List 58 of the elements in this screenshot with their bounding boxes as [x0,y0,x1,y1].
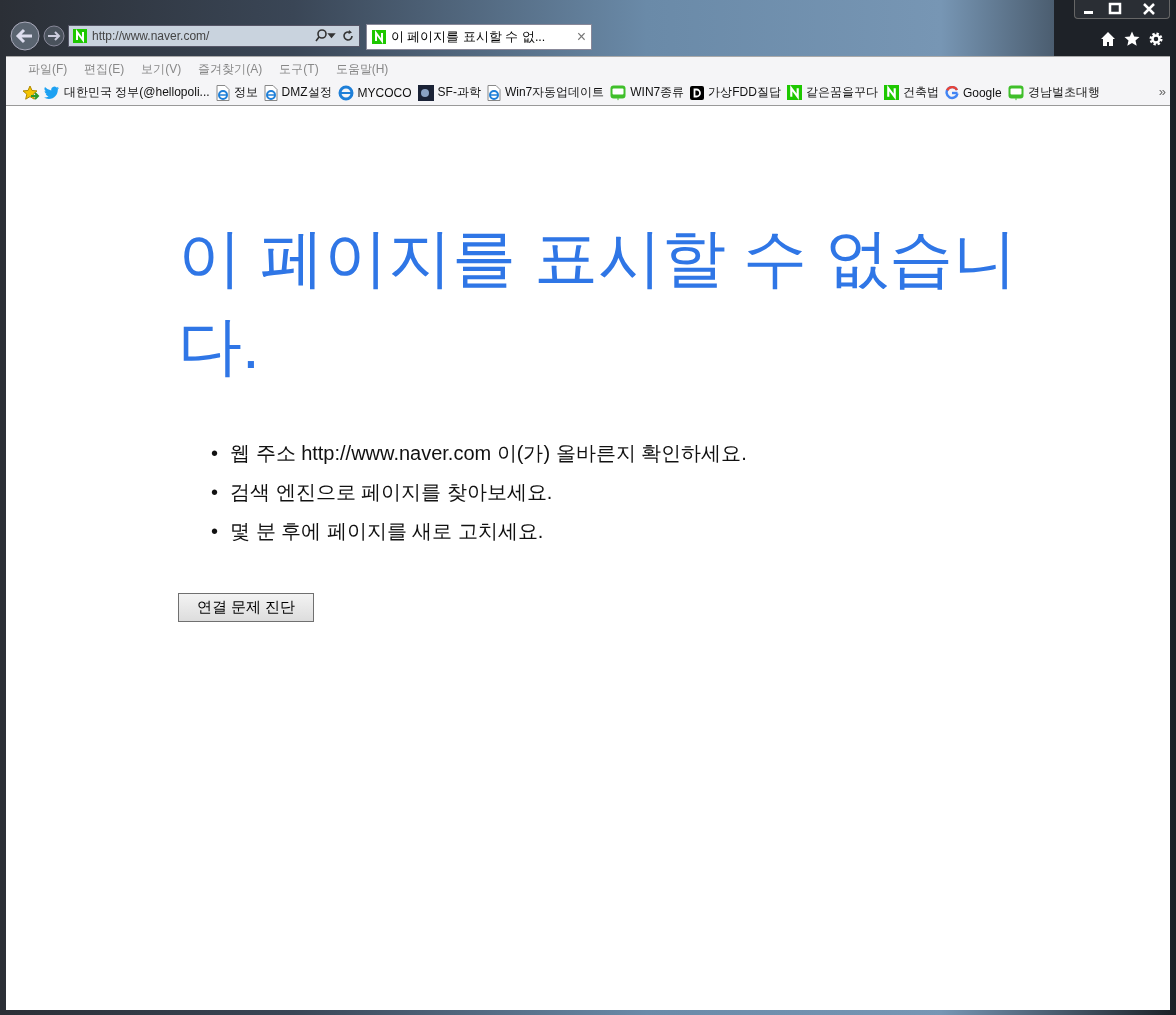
favorite-label: 건축법 [902,84,939,101]
blog-icon [610,84,627,101]
suggestion-text: 몇 분 후에 페이지를 새로 고치세요. [230,519,544,544]
globe-e-icon [337,84,354,101]
square-icon [690,85,705,100]
site-icon [372,30,386,44]
settings-icon[interactable] [1148,31,1164,47]
page-icon [263,84,278,101]
bullet: • [211,441,218,466]
bird-icon [44,85,60,100]
favorite-label: WIN7종류 [630,84,685,101]
diagnose-button[interactable]: 연결 문제 진단 [178,593,314,622]
favorite-label: Win7자동업데이트 [504,84,605,101]
favorite-label: 가상FDD질답 [708,84,781,101]
thumbnail-icon [417,84,434,101]
favorite-label: 같은꿈을꾸다 [805,84,878,101]
blog-icon [1007,84,1024,101]
star-icon[interactable] [1124,31,1140,47]
suggestion-text: 검색 엔진으로 페이지를 찾아보세요. [230,480,553,505]
page-icon [486,84,501,101]
favorite-link[interactable]: 정보 [215,84,258,101]
more-favorites-button[interactable]: » [1158,84,1166,99]
favorite-label: 경남벌초대행 [1027,84,1100,101]
browser-tab[interactable]: 이 페이지를 표시할 수 없... × [366,24,592,50]
bullet: • [211,519,218,544]
favorites-add-icon[interactable] [22,84,40,101]
favorite-label: 정보 [233,84,258,101]
favorite-link[interactable]: 가상FDD질답 [690,84,781,101]
favorite-link[interactable]: DMZ설정 [263,84,332,101]
site-icon [786,85,802,100]
address-bar[interactable]: http://www.naver.com/ [68,25,360,47]
favorite-link[interactable]: WIN7종류 [610,84,685,101]
favorite-link[interactable]: SF-과학 [417,84,481,101]
suggestion-text: 웹 주소 http://www.naver.com 이(가) 올바른지 확인하세요. [230,441,747,466]
forward-icon[interactable] [43,25,65,47]
favorite-link[interactable]: 경남벌초대행 [1007,84,1100,101]
error-heading: 이 페이지를 표시할 수 없습니다. [178,221,1019,384]
g-logo-icon [944,85,959,100]
close-tab-button[interactable]: × [576,28,586,46]
favorite-label: MYCOCO [357,85,412,100]
page-icon [215,84,230,101]
site-icon [73,29,87,43]
favorite-link[interactable]: 같은꿈을꾸다 [786,84,878,101]
bullet: • [211,480,218,505]
favorite-link[interactable]: 건축법 [883,84,939,101]
favorite-link[interactable]: MYCOCO [337,84,412,101]
favorite-link[interactable]: Win7자동업데이트 [486,84,605,101]
refresh-icon[interactable] [341,29,355,43]
search-icon[interactable] [314,29,336,43]
favorite-link[interactable]: Google [944,85,1002,100]
favorite-label: Google [962,85,1002,100]
back-icon[interactable] [10,21,40,51]
url-text: http://www.naver.com/ [92,29,211,43]
tab-title: 이 페이지를 표시할 수 없... [391,28,547,46]
home-icon[interactable] [1100,31,1116,47]
favorite-label: DMZ설정 [281,84,332,101]
site-icon [883,85,899,100]
favorite-label: SF-과학 [437,84,481,101]
